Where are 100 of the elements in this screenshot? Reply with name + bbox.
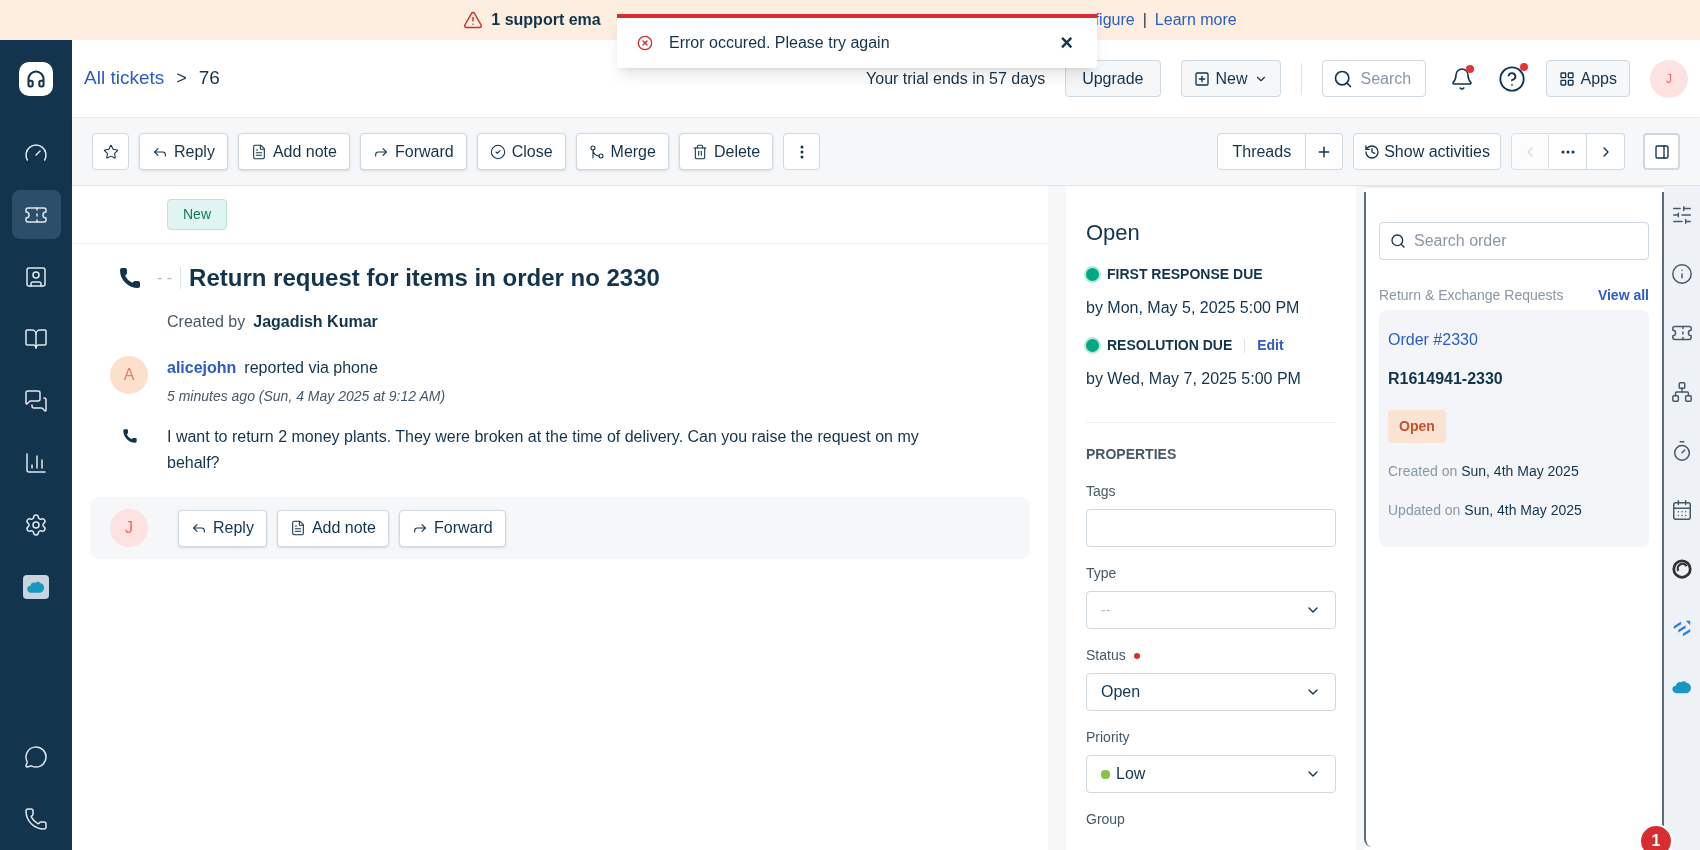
- select-field[interactable]: Open: [1086, 673, 1336, 711]
- author-link[interactable]: alicejohn: [167, 356, 237, 380]
- order-search-input[interactable]: Search order: [1414, 229, 1638, 253]
- cloud-logo-icon: [23, 574, 49, 599]
- check-circle-icon: [489, 143, 506, 160]
- history-icon: [1364, 143, 1381, 160]
- agent-avatar: J: [110, 509, 148, 547]
- reply-button[interactable]: Reply: [139, 133, 228, 170]
- dash-text: - -: [157, 268, 173, 288]
- calendar-icon[interactable]: [1671, 499, 1693, 521]
- order-status-badge: Open: [1388, 410, 1446, 443]
- contact-card-icon: [24, 264, 48, 289]
- network-icon[interactable]: [1671, 381, 1693, 403]
- timer-icon[interactable]: [1671, 440, 1693, 462]
- star-button[interactable]: [92, 133, 129, 170]
- info-icon[interactable]: [1671, 263, 1693, 285]
- edit-link[interactable]: Edit: [1257, 335, 1284, 356]
- bell-icon: [1449, 66, 1474, 91]
- warning-icon: [463, 10, 484, 30]
- sliders-icon[interactable]: [1671, 204, 1693, 226]
- app-logo[interactable]: [19, 62, 53, 96]
- add-note-button[interactable]: Add note: [276, 509, 389, 547]
- updated-date: Sun, 4th May 2025: [1464, 502, 1582, 518]
- bar-chart-icon: [24, 450, 48, 475]
- note-icon: [250, 143, 267, 160]
- breadcrumb-separator: >: [176, 67, 187, 90]
- more-icon: [799, 144, 804, 159]
- add-thread-button[interactable]: [1306, 133, 1344, 170]
- forward-button[interactable]: Forward: [398, 509, 506, 547]
- tags-field[interactable]: [1086, 509, 1336, 547]
- updated-label: Updated on: [1388, 502, 1461, 518]
- created-date: Sun, 4th May 2025: [1461, 463, 1579, 479]
- sla-due-text: by Mon, May 5, 2025 5:00 PM: [1086, 298, 1301, 318]
- help-button[interactable]: [1497, 64, 1526, 93]
- sla-due-text: by Wed, May 7, 2025 5:00 PM: [1086, 369, 1302, 389]
- field-label: Tags: [1086, 482, 1116, 501]
- delete-button[interactable]: Delete: [678, 133, 774, 170]
- close-button[interactable]: ×: [1056, 32, 1077, 54]
- all-tickets-link[interactable]: All tickets: [84, 64, 165, 93]
- reply-button[interactable]: Reply: [178, 509, 267, 547]
- select-value: Open: [1101, 682, 1141, 702]
- panel-toggle-button[interactable]: [1643, 133, 1680, 170]
- search-icon: [1390, 233, 1406, 249]
- notifications-button[interactable]: [1449, 66, 1474, 91]
- message-time: 5 minutes ago (Sun, 4 May 2025 at 9:12 AM): [167, 387, 446, 406]
- search-input[interactable]: Search: [1360, 66, 1415, 91]
- toast-message: Error occured. Please try again: [669, 33, 891, 53]
- close-button[interactable]: Close: [476, 133, 566, 170]
- error-icon: [637, 35, 653, 51]
- book-icon: [24, 326, 48, 351]
- sla-label: FIRST RESPONSE DUE: [1107, 265, 1263, 284]
- merge-icon: [588, 143, 605, 160]
- field-label: Type: [1086, 564, 1117, 583]
- separator-text: |: [1142, 10, 1147, 30]
- reported-via-text: reported via phone: [244, 358, 378, 378]
- order-search-field[interactable]: Search order: [1379, 222, 1649, 260]
- trial-text: Your trial ends in 57 days: [866, 68, 1046, 89]
- more-icon: [1560, 149, 1575, 154]
- settings-icon: [24, 512, 48, 537]
- view-all-link[interactable]: View all: [1597, 285, 1649, 306]
- sidebar-item[interactable]: [11, 190, 61, 239]
- ticket-title: Return request for items in order no 2330: [189, 263, 660, 293]
- select-field[interactable]: Low: [1086, 755, 1336, 793]
- notification-badge: 1: [1639, 824, 1673, 850]
- threads-button[interactable]: Threads: [1217, 133, 1307, 170]
- properties-heading: PROPERTIES: [1086, 445, 1178, 464]
- created-by-label: Created by: [167, 312, 246, 332]
- banner-text: 1 support ema: [491, 10, 601, 30]
- help-icon: [1497, 64, 1526, 93]
- ring-logo-icon[interactable]: [1671, 558, 1693, 580]
- learn-more-link[interactable]: Learn more: [1154, 8, 1237, 32]
- chat-bubbles-icon: [24, 388, 48, 413]
- phone-icon: [118, 266, 142, 290]
- order-id: R1614941-2330: [1388, 369, 1504, 389]
- author-avatar: A: [110, 356, 148, 394]
- search-field[interactable]: Search: [1321, 60, 1426, 97]
- new-button[interactable]: New: [1180, 60, 1281, 97]
- order-link[interactable]: Order #2330: [1388, 331, 1478, 348]
- forward-button[interactable]: Forward: [359, 133, 467, 170]
- upgrade-button[interactable]: Upgrade: [1065, 60, 1161, 97]
- field-label: Status: [1086, 645, 1140, 666]
- message-body: I want to return 2 money plants. They were broken at the time of delivery. Can you raise the request on my behalf?: [167, 427, 920, 473]
- add-note-button[interactable]: Add note: [237, 133, 350, 170]
- headphones-icon: [26, 69, 46, 89]
- plus-icon: [1193, 70, 1210, 87]
- phone-icon: [24, 807, 48, 831]
- note-icon: [289, 520, 306, 536]
- status-badge: New: [167, 199, 227, 230]
- created-label: Created on: [1388, 463, 1458, 479]
- show-activities-button[interactable]: Show activities: [1353, 133, 1501, 170]
- phone-icon: [122, 428, 138, 444]
- grid-icon: [1558, 70, 1575, 87]
- section-title: Return & Exchange Requests: [1379, 286, 1564, 305]
- sla-label: RESOLUTION DUE: [1107, 336, 1233, 355]
- trash-icon: [691, 143, 708, 160]
- ticket-number: 76: [198, 66, 220, 91]
- star-icon: [102, 143, 119, 160]
- merge-button[interactable]: Merge: [575, 133, 669, 170]
- status-heading: Open: [1086, 219, 1141, 247]
- apps-button[interactable]: Apps: [1545, 60, 1630, 97]
